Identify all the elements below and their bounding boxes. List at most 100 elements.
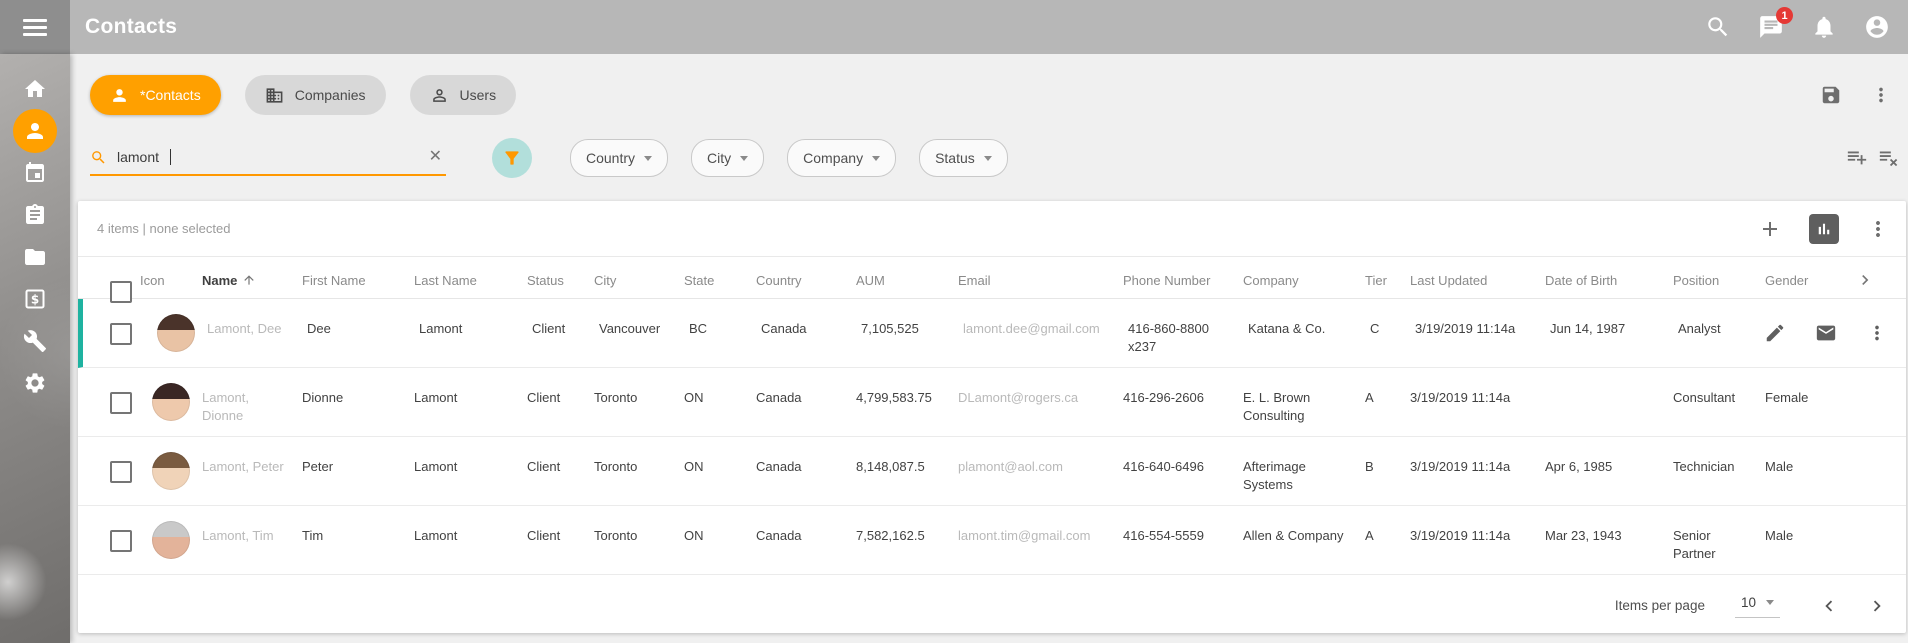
col-position[interactable]: Position (1673, 257, 1765, 303)
chart-view-toggle[interactable] (1809, 214, 1839, 244)
hamburger-menu-button[interactable] (0, 0, 70, 54)
entity-tabs: *Contacts Companies Users (90, 75, 516, 115)
avatar (152, 383, 190, 421)
tab-contacts[interactable]: *Contacts (90, 75, 221, 115)
col-icon[interactable]: Icon (140, 257, 202, 303)
sidebar-item-tools[interactable] (0, 320, 70, 362)
col-name[interactable]: Name (202, 257, 302, 303)
sidebar-item-contacts[interactable] (0, 110, 70, 152)
gender-cell: Male (1765, 437, 1835, 505)
status-cell: Client (532, 299, 599, 367)
city-cell: Vancouver (599, 299, 689, 367)
chevron-down-icon (1766, 600, 1774, 605)
filter-chip-status[interactable]: Status (919, 139, 1008, 177)
col-state[interactable]: State (684, 257, 756, 303)
bell-icon[interactable] (1811, 14, 1837, 40)
email-icon[interactable] (1815, 322, 1837, 344)
tab-users[interactable]: Users (410, 75, 517, 115)
chat-icon[interactable]: 1 (1758, 14, 1784, 40)
col-phone[interactable]: Phone Number (1123, 257, 1243, 303)
email-cell: lamont.dee@gmail.com (963, 299, 1128, 367)
row-checkbox[interactable] (110, 461, 132, 483)
col-country[interactable]: Country (756, 257, 856, 303)
home-icon (23, 77, 47, 101)
kebab-menu-icon[interactable] (1870, 84, 1892, 106)
col-status[interactable]: Status (527, 257, 594, 303)
filter-chip-company-label: Company (803, 150, 863, 166)
more-columns-button[interactable] (1835, 257, 1906, 303)
kebab-menu-icon[interactable] (1866, 217, 1890, 241)
pencil-icon[interactable] (1764, 322, 1786, 344)
col-gender[interactable]: Gender (1765, 257, 1835, 303)
city-cell: Toronto (594, 368, 684, 436)
position-cell: Consultant (1673, 368, 1765, 436)
prev-page-button[interactable] (1818, 595, 1840, 617)
gender-cell: Male (1765, 506, 1835, 574)
table-row[interactable]: Lamont, Peter Peter Lamont Client Toront… (78, 437, 1906, 506)
items-summary: 4 items | none selected (97, 221, 230, 236)
sidebar-item-home[interactable] (0, 68, 70, 110)
next-page-button[interactable] (1866, 595, 1888, 617)
aum-cell: 4,799,583.75 (856, 368, 958, 436)
person-outline-icon (430, 86, 449, 105)
kebab-menu-icon[interactable] (1866, 322, 1888, 344)
save-icon[interactable] (1820, 84, 1842, 106)
gear-icon (23, 371, 47, 395)
header-checkbox-cell (78, 257, 140, 303)
sidebar-item-settings[interactable] (0, 362, 70, 404)
filter-chip-company[interactable]: Company (787, 139, 896, 177)
filter-chip-status-label: Status (935, 150, 975, 166)
col-city[interactable]: City (594, 257, 684, 303)
playlist-add-icon[interactable] (1846, 146, 1868, 168)
add-contact-button[interactable] (1758, 217, 1782, 241)
table-row[interactable]: Lamont, Dionne Dionne Lamont Client Toro… (78, 368, 1906, 437)
search-input[interactable]: lamont ✕ (90, 140, 446, 176)
avatar (152, 521, 190, 559)
search-filter-row: lamont ✕ Country City Company Status (90, 138, 1008, 178)
phone-cell: 416-640-6496 (1123, 437, 1243, 505)
filter-funnel-button[interactable] (492, 138, 532, 178)
col-tier[interactable]: Tier (1365, 257, 1410, 303)
tab-users-label: Users (460, 87, 497, 103)
position-cell: Senior Partner (1673, 506, 1765, 574)
col-last-updated[interactable]: Last Updated (1410, 257, 1545, 303)
search-icon[interactable] (1705, 14, 1731, 40)
wrench-icon (23, 329, 47, 353)
page-size-select[interactable]: 10 (1735, 593, 1780, 618)
playlist-remove-icon[interactable] (1878, 146, 1900, 168)
col-first-name[interactable]: First Name (302, 257, 414, 303)
position-cell: Analyst (1678, 299, 1770, 367)
sidebar-item-calendar[interactable] (0, 152, 70, 194)
person-icon (110, 86, 129, 105)
col-aum[interactable]: AUM (856, 257, 958, 303)
sidebar-item-files[interactable] (0, 236, 70, 278)
table-row[interactable]: Lamont, Dee Dee Lamont Client Vancouver … (78, 299, 1906, 368)
row-checkbox[interactable] (110, 392, 132, 414)
table-row[interactable]: Lamont, Tim Tim Lamont Client Toronto ON… (78, 506, 1906, 575)
first-name-cell: Peter (302, 437, 414, 505)
filter-chip-city[interactable]: City (691, 139, 764, 177)
clear-search-icon[interactable]: ✕ (425, 146, 446, 168)
dob-cell (1545, 368, 1673, 436)
col-dob[interactable]: Date of Birth (1545, 257, 1673, 303)
filter-chip-country-label: Country (586, 150, 635, 166)
row-checkbox[interactable] (110, 530, 132, 552)
sidebar-item-tasks[interactable] (0, 194, 70, 236)
filter-chip-country[interactable]: Country (570, 139, 668, 177)
aum-cell: 7,582,162.5 (856, 506, 958, 574)
sidebar-item-billing[interactable]: $ (0, 278, 70, 320)
folder-icon (23, 245, 47, 269)
col-last-name[interactable]: Last Name (414, 257, 527, 303)
chevron-down-icon (644, 156, 652, 161)
email-cell: plamont@aol.com (958, 437, 1123, 505)
tab-companies[interactable]: Companies (245, 75, 386, 115)
last-updated-cell: 3/19/2019 11:14a (1410, 506, 1545, 574)
text-cursor (170, 149, 171, 165)
col-email[interactable]: Email (958, 257, 1123, 303)
col-company[interactable]: Company (1243, 257, 1365, 303)
account-icon[interactable] (1864, 14, 1890, 40)
company-cell: Allen & Company (1243, 506, 1365, 574)
country-cell: Canada (756, 437, 856, 505)
row-checkbox[interactable] (110, 323, 132, 345)
first-name-cell: Dee (307, 299, 419, 367)
